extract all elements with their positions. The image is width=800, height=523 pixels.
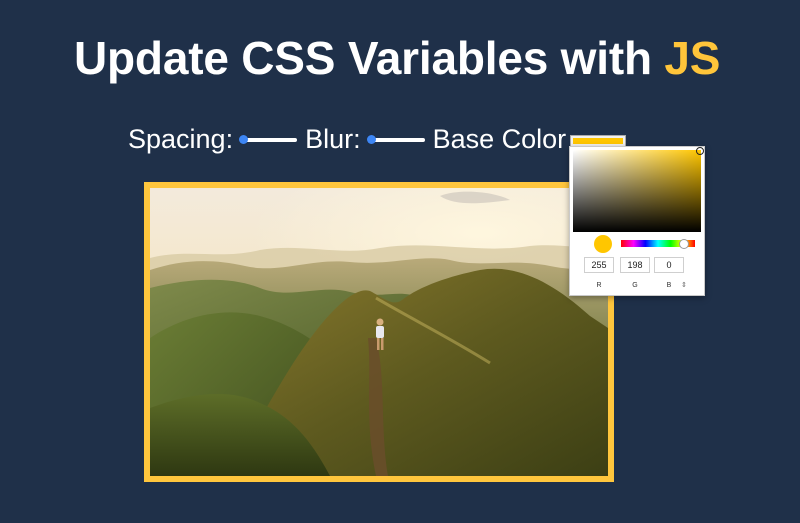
green-input[interactable]: 198 (620, 257, 650, 273)
controls-row: Spacing: Blur: Base Color (128, 122, 572, 156)
color-preview-dot (594, 235, 612, 253)
title-main: Update CSS Variables with (74, 32, 665, 84)
page-title: Update CSS Variables with JS (74, 30, 720, 86)
base-color-label: Base Color (432, 123, 567, 154)
up-down-arrows-icon[interactable]: ⇕ (681, 281, 687, 289)
spacing-label: Spacing: (128, 123, 234, 154)
blur-label: Blur: (305, 123, 361, 154)
spacing-slider-track (241, 138, 298, 142)
blue-label: B (666, 282, 672, 289)
saturation-value-area[interactable] (573, 147, 704, 232)
red-label: R (596, 282, 602, 289)
green-label: G (632, 282, 638, 289)
spacing-slider[interactable] (239, 132, 298, 146)
blue-input[interactable]: 0 (654, 257, 684, 273)
spacing-slider-thumb[interactable] (239, 135, 249, 144)
photo-frame (144, 182, 614, 482)
base-color-swatch (573, 138, 623, 144)
title-highlight: JS (664, 32, 721, 84)
blur-slider-thumb[interactable] (366, 135, 376, 144)
color-picker-popup: 255 198 0 R G B ⇕ (569, 146, 705, 296)
blur-slider-track (368, 138, 425, 142)
mountain-photo (150, 188, 608, 476)
red-input[interactable]: 255 (584, 257, 614, 273)
saturation-cursor[interactable] (696, 147, 704, 155)
hue-slider-thumb[interactable] (679, 239, 689, 249)
blur-slider[interactable] (366, 132, 425, 146)
